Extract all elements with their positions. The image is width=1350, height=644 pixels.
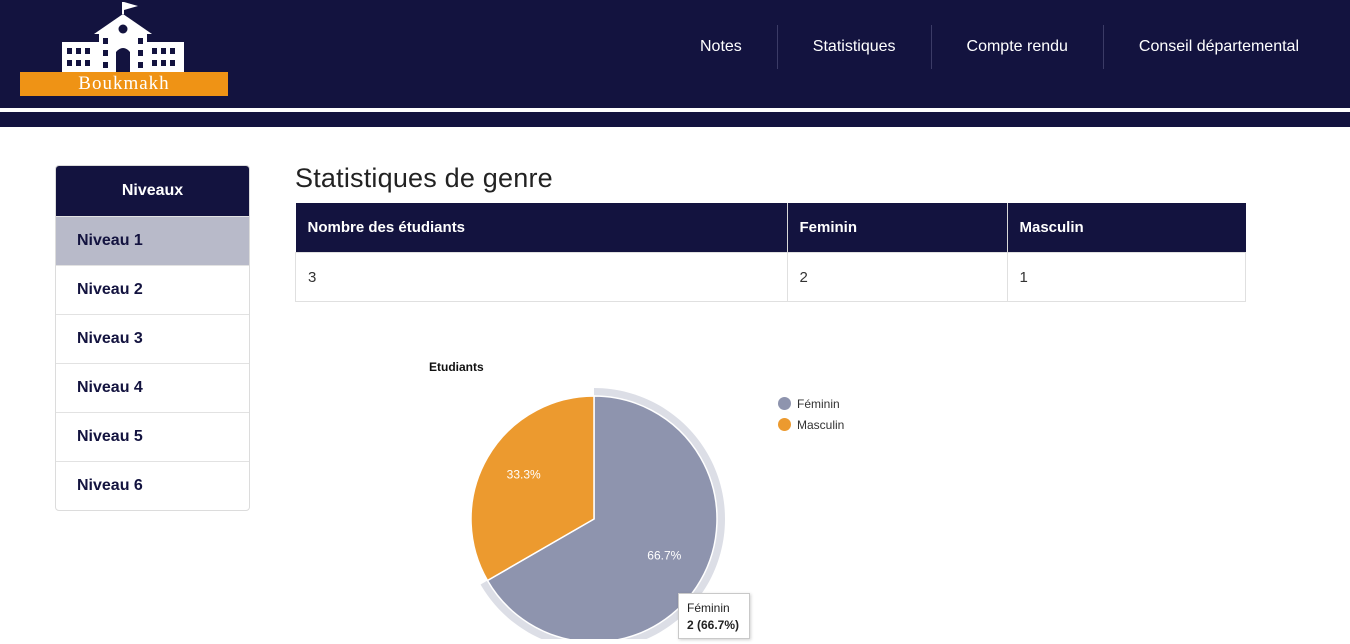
nav-item-conseil-departemental[interactable]: Conseil départemental xyxy=(1104,25,1334,69)
legend-label-feminin: Féminin xyxy=(797,396,840,411)
nav-item-notes[interactable]: Notes xyxy=(665,25,777,69)
cell-total: 3 xyxy=(295,252,788,302)
logo[interactable]: Boukmakh xyxy=(20,2,230,96)
legend-label-masculin: Masculin xyxy=(797,417,845,432)
sidebar-item-niveau-4[interactable]: Niveau 4 xyxy=(56,363,249,412)
chart-legend: Féminin Masculin xyxy=(778,393,844,435)
sidebar-item-niveau-3[interactable]: Niveau 3 xyxy=(56,314,249,363)
nav-item-compte-rendu[interactable]: Compte rendu xyxy=(932,25,1103,69)
top-navbar: Boukmakh Notes Statistiques Compte rendu… xyxy=(0,0,1350,108)
main-nav: Notes Statistiques Compte rendu Conseil … xyxy=(665,25,1334,69)
tooltip-label: Féminin xyxy=(687,601,730,615)
navbar-bottom-band xyxy=(0,112,1350,127)
table-row: 3 2 1 xyxy=(295,252,1246,302)
column-header-total: Nombre des étudiants xyxy=(295,203,788,253)
levels-sidebar: Niveaux Niveau 1 Niveau 2 Niveau 3 Nivea… xyxy=(55,165,250,511)
chart-tooltip: Féminin 2 (66.7%) xyxy=(678,593,750,639)
gender-stats-table: Nombre des étudiants Feminin Masculin 3 … xyxy=(295,203,1246,302)
sidebar-item-niveau-1[interactable]: Niveau 1 xyxy=(56,216,249,265)
logo-text: Boukmakh xyxy=(78,73,170,94)
table-header-row: Nombre des étudiants Feminin Masculin xyxy=(295,203,1246,253)
legend-item-masculin[interactable]: Masculin xyxy=(778,414,844,435)
cell-feminin: 2 xyxy=(786,252,1008,302)
legend-swatch-feminin xyxy=(778,397,791,410)
pie-data-label-feminin: 66.7% xyxy=(647,549,681,563)
column-header-masculin: Masculin xyxy=(1007,203,1246,253)
legend-item-feminin[interactable]: Féminin xyxy=(778,393,844,414)
nav-item-statistiques[interactable]: Statistiques xyxy=(778,25,931,69)
page-title: Statistiques de genre xyxy=(295,163,553,193)
legend-swatch-masculin xyxy=(778,418,791,431)
school-building-icon xyxy=(62,2,184,72)
sidebar-item-niveau-6[interactable]: Niveau 6 xyxy=(56,461,249,510)
cell-masculin: 1 xyxy=(1006,252,1246,302)
sidebar-item-niveau-5[interactable]: Niveau 5 xyxy=(56,412,249,461)
pie-data-label-masculin: 33.3% xyxy=(507,467,541,481)
gender-pie-chart: Etudiants 66.7% 33.3% Féminin Masculin Fé… xyxy=(420,355,900,644)
sidebar-title: Niveaux xyxy=(56,166,249,216)
tooltip-value: 2 (66.7%) xyxy=(687,618,740,632)
chart-title: Etudiants xyxy=(429,360,484,374)
column-header-feminin: Feminin xyxy=(787,203,1008,253)
sidebar-item-niveau-2[interactable]: Niveau 2 xyxy=(56,265,249,314)
